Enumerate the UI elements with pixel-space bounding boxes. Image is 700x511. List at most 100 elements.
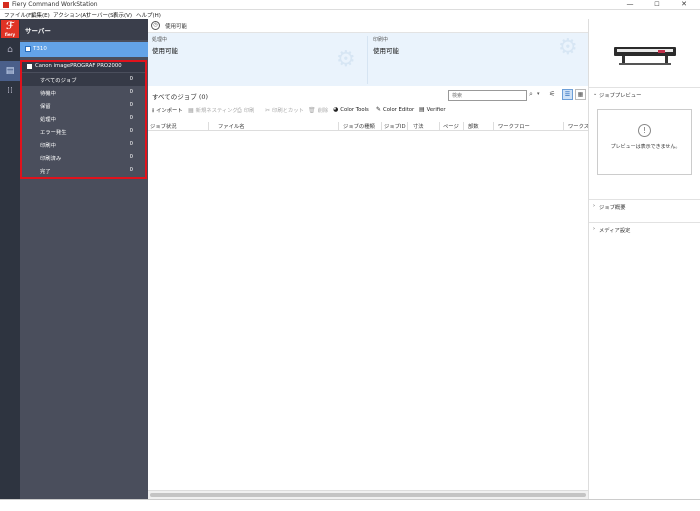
maximize-button[interactable]: ☐ <box>646 0 668 9</box>
color-editor-icon: ✎ <box>376 106 382 113</box>
preview-unavailable-message: プレビューは表示できません。 <box>610 144 681 150</box>
new-nesting-button[interactable]: ▦ 新規ネスティング <box>188 106 238 114</box>
thumbnail-view-button[interactable]: ▦ <box>575 89 586 100</box>
print-and-cut-button[interactable]: ✂ 印刷とカット <box>265 106 304 114</box>
queue-item-processing[interactable]: 処理中 0 <box>22 112 145 125</box>
banner-divider <box>367 36 368 84</box>
column-separator[interactable] <box>208 122 209 130</box>
gear-watermark-icon: ⚙ <box>336 47 356 72</box>
queue-item-waiting[interactable]: 待機中 0 <box>22 86 145 99</box>
search-input[interactable] <box>449 91 526 100</box>
queue-item-all-jobs[interactable]: すべてのジョブ 0 <box>22 73 145 86</box>
queue-item-error[interactable]: エラー発生 0 <box>22 125 145 138</box>
printer-collapse-icon[interactable] <box>27 64 32 69</box>
queue-count: 0 <box>129 89 133 95</box>
scrollbar-thumb[interactable] <box>150 493 586 497</box>
server-collapse-icon[interactable] <box>25 46 31 52</box>
menu-bar: ファイル(F) 編集(E) アクション(A) サーバー(S) 表示(V) ヘルプ… <box>0 10 700 19</box>
menu-server[interactable]: サーバー(S) <box>86 11 116 19</box>
print-label: 印刷 <box>243 108 255 114</box>
color-editor-button[interactable]: ✎ Color Editor <box>376 106 414 113</box>
print-button[interactable]: ⎙ 印刷 <box>237 106 254 115</box>
home-icon[interactable]: ⌂ <box>0 40 20 60</box>
media-settings-section-header[interactable]: › メディア設定 <box>589 222 700 234</box>
fiery-logo-text: fiery <box>4 32 16 37</box>
column-job-status[interactable]: ジョブ状況 <box>150 122 177 130</box>
queue-count: 0 <box>129 141 133 147</box>
queue-label: 処理中 <box>40 117 56 123</box>
queue-item-held[interactable]: 保留 0 <box>22 99 145 112</box>
close-button[interactable]: ✕ <box>673 0 695 9</box>
server-status-text: 使用可能 <box>165 24 188 30</box>
server-panel-header: サーバー ⊕ <box>20 19 162 40</box>
printer-name: Canon imagePROGRAF PRO2000 <box>35 63 122 69</box>
search-field[interactable] <box>448 90 527 101</box>
horizontal-scrollbar[interactable] <box>148 490 588 499</box>
column-separator[interactable] <box>338 122 339 130</box>
printer-watermark-icon: ⚙ <box>558 35 578 60</box>
column-copies[interactable]: 部数 <box>468 122 479 130</box>
status-banner: 処理中 使用可能 ⚙ 印刷中 使用可能 ⚙ <box>148 33 588 86</box>
search-dropdown-icon[interactable]: ▾ <box>537 91 540 97</box>
job-preview-label: ジョブプレビュー <box>599 93 642 99</box>
column-separator[interactable] <box>407 122 408 130</box>
clock-icon[interactable]: ◷ <box>151 21 160 30</box>
column-file-name[interactable]: ファイル名 <box>218 122 245 130</box>
apps-grid-icon[interactable]: ⁞⁞ <box>0 81 20 101</box>
menu-view[interactable]: 表示(V) <box>113 11 132 19</box>
printer-item[interactable]: Canon imagePROGRAF PRO2000 <box>22 62 145 72</box>
queue-count: 0 <box>129 154 133 160</box>
column-job-id[interactable]: ジョブID <box>384 122 406 130</box>
import-icon: ⭳ <box>152 107 155 114</box>
column-dimensions[interactable]: 寸法 <box>413 122 424 130</box>
menu-edit[interactable]: 編集(E) <box>31 11 50 19</box>
column-separator[interactable] <box>493 122 494 130</box>
queue-item-completed[interactable]: 完了 0 <box>22 164 145 177</box>
job-table-header: ジョブ状況 ファイル名 ジョブの種類 ジョブID 寸法 ページ 部数 ワークフロ… <box>148 121 594 131</box>
column-workflow[interactable]: ワークフロー <box>498 122 530 130</box>
list-view-button[interactable]: ☰ <box>562 89 573 100</box>
nesting-icon: ▦ <box>188 107 194 114</box>
verifier-button[interactable]: ▤ Verifier <box>419 106 446 113</box>
queue-count: 0 <box>129 167 133 173</box>
queue-item-printed[interactable]: 印刷済み 0 <box>22 151 145 164</box>
color-tools-button[interactable]: ◕ Color Tools <box>333 106 369 113</box>
column-settings-icon[interactable]: ⚟ <box>549 90 555 98</box>
verifier-icon: ▤ <box>419 106 425 113</box>
queue-label: 印刷済み <box>40 156 62 162</box>
job-summary-section-header[interactable]: › ジョブ概要 <box>589 199 700 211</box>
chevron-right-icon: › <box>593 203 595 209</box>
window-title: Fiery Command WorkStation <box>12 1 98 8</box>
column-pages[interactable]: ページ <box>443 122 459 130</box>
info-icon: ! <box>638 124 651 137</box>
media-settings-label: メディア設定 <box>599 228 631 234</box>
processing-value: 使用可能 <box>152 47 178 55</box>
column-separator[interactable] <box>381 122 382 130</box>
delete-button[interactable]: 🗑 削除 <box>308 106 328 114</box>
server-panel-title: サーバー <box>25 27 51 35</box>
title-bar: Fiery Command WorkStation — ☐ ✕ <box>0 0 700 10</box>
processing-caption: 処理中 <box>152 37 168 43</box>
search-icon[interactable]: ⌕ <box>529 90 533 99</box>
new-nesting-label: 新規ネスティング <box>195 108 238 114</box>
minimize-button[interactable]: — <box>619 0 641 9</box>
import-button[interactable]: ⭳ インポート <box>152 106 183 116</box>
column-separator[interactable] <box>563 122 564 130</box>
menu-file[interactable]: ファイル(F) <box>4 11 33 19</box>
print-and-cut-label: 印刷とカット <box>272 108 304 114</box>
processing-status: 処理中 使用可能 <box>152 36 178 55</box>
menu-help[interactable]: ヘルプ(H) <box>136 11 161 19</box>
fiery-logo-icon: ℱ <box>5 21 15 32</box>
server-item[interactable]: T310 ⋮ <box>20 42 165 57</box>
job-center-icon[interactable]: ▤ <box>0 61 20 81</box>
job-preview-section-header[interactable]: ⌄ ジョブプレビュー <box>589 87 700 99</box>
menu-action[interactable]: アクション(A) <box>53 11 88 19</box>
status-strip: ◷ 使用可能 <box>148 19 588 33</box>
verifier-label: Verifier <box>426 107 446 113</box>
column-separator[interactable] <box>463 122 464 130</box>
queue-item-printing[interactable]: 印刷中 0 <box>22 138 145 151</box>
column-separator[interactable] <box>439 122 440 130</box>
column-job-type[interactable]: ジョブの種類 <box>343 122 375 130</box>
queue-label: すべてのジョブ <box>40 78 77 84</box>
queue-label: 保留 <box>40 104 51 110</box>
